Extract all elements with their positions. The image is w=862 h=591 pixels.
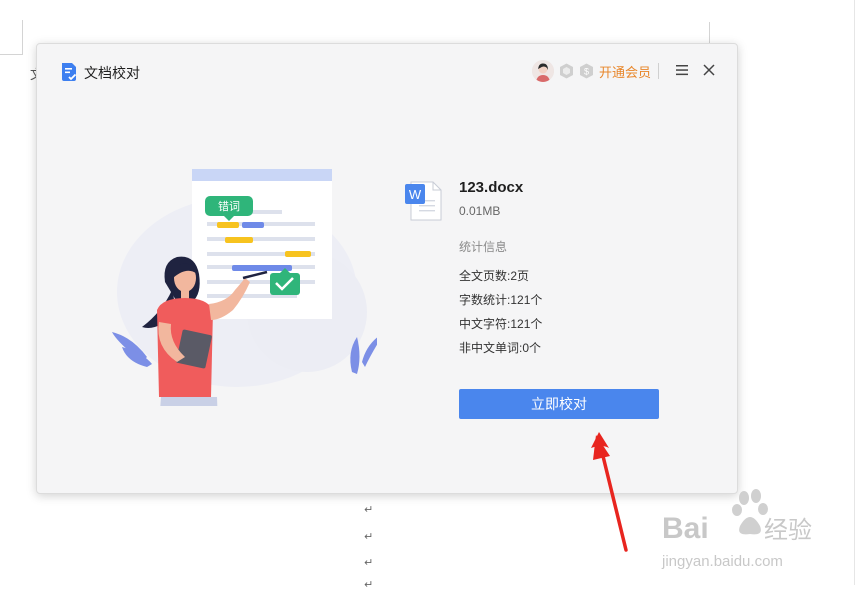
close-icon[interactable] [702, 63, 716, 77]
watermark-url: jingyan.baidu.com [661, 553, 783, 570]
word-file-icon: W [405, 181, 442, 221]
annotation-arrow-icon [591, 432, 628, 552]
start-proofread-button[interactable]: 立即校对 [459, 389, 659, 419]
paragraph-mark: ↵ [364, 557, 374, 569]
header-divider [658, 63, 659, 79]
file-type-letter: W [409, 187, 422, 202]
stat-label: 非中文单词: [459, 341, 523, 355]
stat-label: 中文字符: [459, 317, 511, 331]
stat-value: 0个 [522, 341, 542, 355]
avatar[interactable] [532, 60, 554, 82]
watermark-brand-cn: 经验 [764, 517, 812, 544]
vip-level-icon: $ [580, 63, 593, 79]
stat-word-count: 字数统计:121个 [459, 291, 542, 308]
stat-label: 全文页数: [459, 269, 511, 283]
paragraph-mark: ↵ [364, 531, 374, 543]
paragraph-mark: ↵ [364, 504, 374, 516]
stat-value: 2页 [510, 269, 530, 283]
doc-corner-line [22, 20, 23, 55]
watermark-brand: Bai [662, 512, 709, 545]
doc-edge [854, 0, 855, 585]
stat-page-count: 全文页数:2页 [459, 267, 529, 284]
svg-text:$: $ [584, 67, 589, 77]
stat-chinese-chars: 中文字符:121个 [459, 315, 542, 332]
file-size: 0.01MB [459, 204, 501, 218]
vip-badge-icon [560, 63, 573, 79]
doc-corner-line [0, 54, 22, 55]
proofread-illustration: 错词 [112, 169, 377, 406]
error-word-tag: 错词 [218, 199, 240, 213]
stat-label: 字数统计: [459, 293, 511, 307]
stat-non-chinese-words: 非中文单词:0个 [459, 339, 541, 356]
file-name: 123.docx [459, 179, 524, 196]
baidu-jingyan-watermark: Bai 经验 jingyan.baidu.com [661, 489, 812, 570]
document-check-icon [62, 63, 77, 81]
user-avatar-icon [532, 60, 554, 82]
stats-heading: 统计信息 [459, 240, 508, 254]
open-vip-link[interactable]: 开通会员 [599, 62, 651, 81]
stat-value: 121个 [510, 317, 543, 331]
menu-icon[interactable] [675, 63, 689, 77]
dialog-title: 文档校对 [84, 65, 140, 81]
stat-value: 121个 [510, 293, 543, 307]
proofread-dialog: 文档校对 $ 开通会员 错词 W 123.docx 0.01MB 统计信息 全文… [36, 43, 738, 494]
